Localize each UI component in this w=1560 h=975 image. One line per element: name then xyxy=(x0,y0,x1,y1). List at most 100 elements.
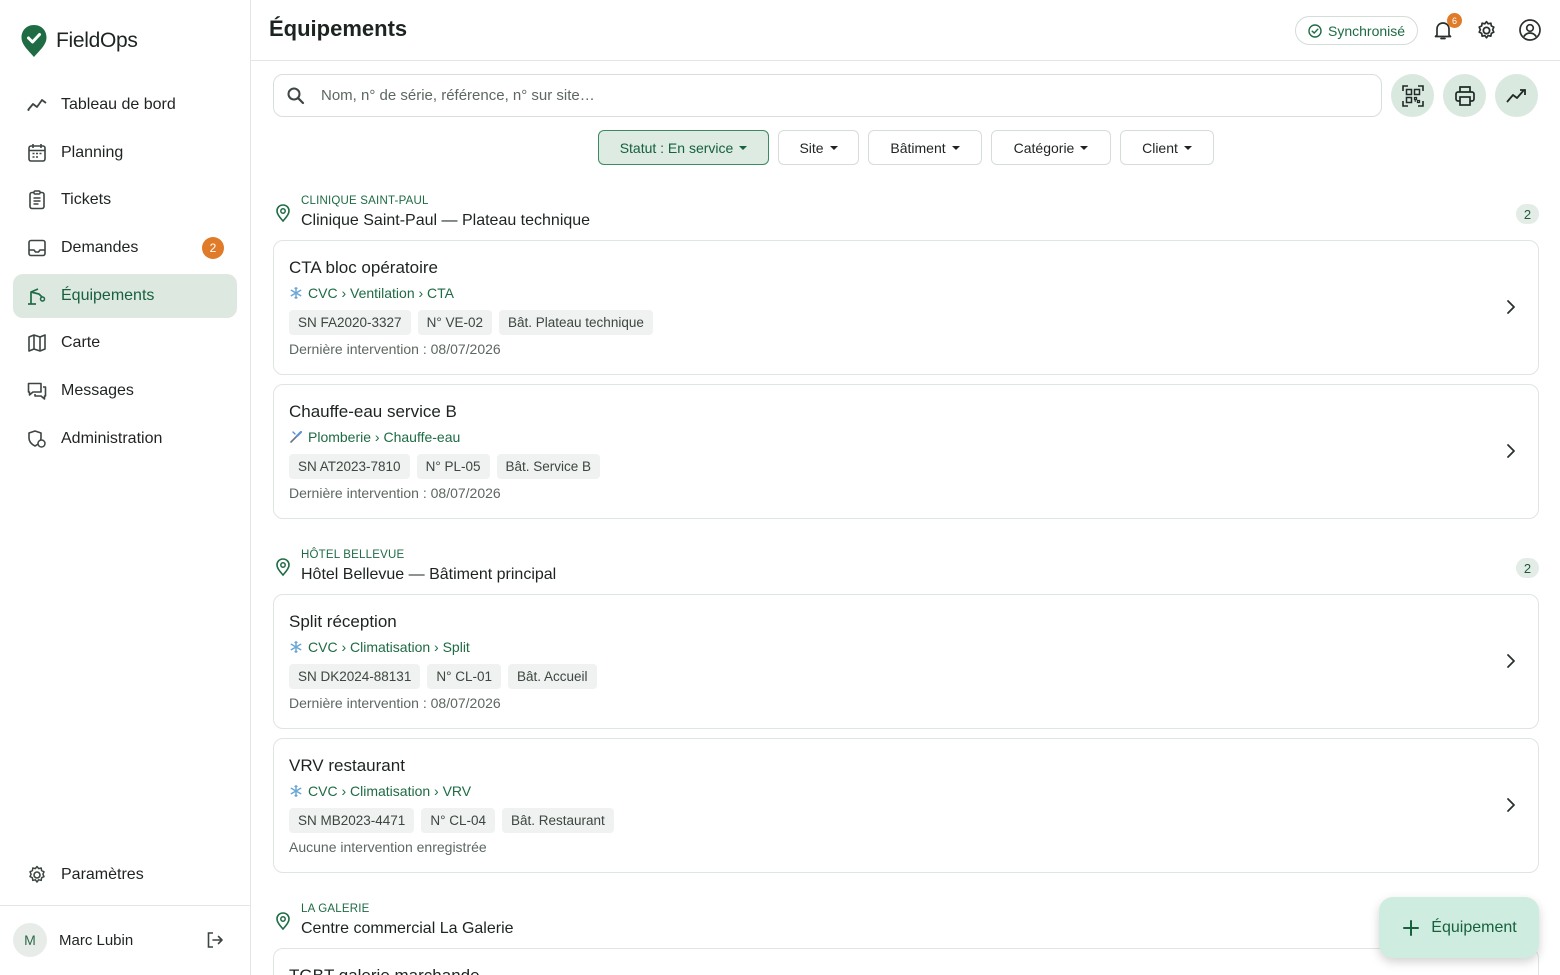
sidebar-item-administration[interactable]: Administration xyxy=(13,417,237,461)
sidebar-item-label: Messages xyxy=(61,382,134,400)
equipment-chips: SN DK2024-88131 N° CL-01 Bât. Accueil xyxy=(289,664,597,689)
equipment-name: Split réception xyxy=(289,612,397,631)
admin-icon xyxy=(26,428,48,450)
filter-label: Catégorie xyxy=(1013,139,1075,156)
filter-client[interactable]: Client xyxy=(1120,130,1214,165)
inbox-icon xyxy=(26,237,48,259)
serial-chip: SN MB2023-4471 xyxy=(289,808,415,833)
account-button[interactable] xyxy=(1517,17,1543,43)
sidebar-item-settings[interactable]: Paramètres xyxy=(13,853,237,897)
last-intervention: Dernière intervention : 08/07/2026 xyxy=(289,695,501,711)
chevron-right-icon xyxy=(1507,654,1515,668)
plus-icon xyxy=(1403,919,1420,936)
sidebar-item-tickets[interactable]: Tickets xyxy=(13,178,237,222)
equipment-card[interactable]: Chauffe-eau service B Plomberie › Chauff… xyxy=(273,384,1539,519)
gear-icon xyxy=(1477,20,1495,39)
filter-site[interactable]: Site xyxy=(778,130,859,165)
site-client-label: LA GALERIE xyxy=(301,903,370,915)
last-intervention: Dernière intervention : 08/07/2026 xyxy=(289,341,501,357)
sidebar-item-map[interactable]: Carte xyxy=(13,321,237,365)
location-pin-icon xyxy=(276,912,290,931)
user-name: Marc Lubin xyxy=(59,931,134,949)
sidebar-item-equipment[interactable]: Équipements xyxy=(13,273,237,318)
printer-icon xyxy=(1454,85,1475,106)
sidebar-item-label: Tickets xyxy=(61,191,112,209)
last-intervention: Dernière intervention : 08/07/2026 xyxy=(289,485,501,501)
search-input[interactable] xyxy=(321,87,1321,104)
last-intervention: Aucune intervention enregistrée xyxy=(289,839,487,855)
notification-count-badge: 6 xyxy=(1447,13,1462,28)
site-number-chip: N° PL-05 xyxy=(416,454,490,479)
site-number-chip: N° CL-01 xyxy=(427,664,501,689)
clipboard-icon xyxy=(26,189,48,211)
add-equipment-label: Équipement xyxy=(1431,918,1517,936)
qr-scan-icon xyxy=(1401,84,1424,107)
brand-name: FieldOps xyxy=(56,29,138,52)
equipment-category: CVC › Climatisation › Split xyxy=(289,639,470,655)
analytics-button[interactable] xyxy=(1495,74,1538,117)
scan-qr-button[interactable] xyxy=(1391,74,1434,117)
equipment-name: VRV restaurant xyxy=(289,756,405,775)
sidebar-item-label: Tableau de bord xyxy=(61,96,176,113)
equipment-card[interactable]: CTA bloc opératoire CVC › Ventilation › … xyxy=(273,240,1539,375)
sidebar-item-planning[interactable]: Planning xyxy=(13,131,237,175)
add-equipment-button[interactable]: Équipement xyxy=(1379,897,1539,958)
site-number-chip: N° CL-04 xyxy=(421,808,495,833)
filter-building[interactable]: Bâtiment xyxy=(868,130,982,165)
sync-label: Synchronisé xyxy=(1328,22,1406,39)
building-chip: Bât. Plateau technique xyxy=(499,310,653,335)
site-name: Clinique Saint-Paul — Plateau technique xyxy=(301,212,591,229)
equipment-category: CVC › Climatisation › VRV xyxy=(289,783,471,799)
location-pin-icon xyxy=(276,558,290,577)
sync-status-badge[interactable]: Synchronisé xyxy=(1295,16,1419,45)
brand[interactable]: FieldOps xyxy=(20,24,138,58)
equipment-category: Plomberie › Chauffe-eau xyxy=(289,429,460,445)
equipment-name: TGBT galerie marchande xyxy=(289,966,480,975)
calendar-icon xyxy=(26,142,48,164)
equipment-card[interactable]: Split réception CVC › Climatisation › Sp… xyxy=(273,594,1539,729)
site-client-label: CLINIQUE SAINT-PAUL xyxy=(301,195,429,207)
sidebar-item-requests[interactable]: Demandes 2 xyxy=(13,226,237,270)
equipment-chips: SN FA2020-3327 N° VE-02 Bât. Plateau tec… xyxy=(289,310,653,335)
site-group-header: LA GALERIE Centre commercial La Galerie xyxy=(273,901,1539,941)
category-path: Plomberie › Chauffe-eau xyxy=(308,429,461,445)
search-icon xyxy=(287,87,305,104)
filter-label: Client xyxy=(1142,139,1178,156)
sidebar-item-dashboard[interactable]: Tableau de bord xyxy=(13,83,237,127)
chat-icon xyxy=(26,380,48,402)
filter-status[interactable]: Statut : En service xyxy=(598,130,769,165)
sidebar-item-label: Planning xyxy=(61,143,124,161)
filter-label: Statut : En service xyxy=(619,139,734,156)
equipment-count-badge: 2 xyxy=(1516,558,1539,578)
notifications-button[interactable]: 6 xyxy=(1430,13,1462,43)
settings-button[interactable] xyxy=(1473,17,1499,43)
site-group-header: CLINIQUE SAINT-PAUL Clinique Saint-Paul … xyxy=(273,193,1539,233)
filter-category[interactable]: Catégorie xyxy=(991,130,1111,165)
filter-label: Site xyxy=(799,139,824,156)
equipment-chips: SN MB2023-4471 N° CL-04 Bât. Restaurant xyxy=(289,808,614,833)
equipment-chips: SN AT2023-7810 N° PL-05 Bât. Service B xyxy=(289,454,601,479)
sidebar-item-messages[interactable]: Messages xyxy=(13,369,237,413)
category-path: CVC › Climatisation › VRV xyxy=(308,783,472,799)
serial-chip: SN FA2020-3327 xyxy=(289,310,411,335)
print-button[interactable] xyxy=(1443,74,1486,117)
equipment-card[interactable]: VRV restaurant CVC › Climatisation › VRV… xyxy=(273,738,1539,873)
user-circle-icon xyxy=(1519,19,1541,41)
chevron-down-icon xyxy=(1183,145,1192,150)
building-chip: Bât. Service B xyxy=(496,454,601,479)
serial-chip: SN AT2023-7810 xyxy=(289,454,410,479)
sidebar-item-label: Demandes xyxy=(61,239,139,257)
location-pin-icon xyxy=(276,204,290,223)
site-name: Hôtel Bellevue — Bâtiment principal xyxy=(301,566,557,583)
equipment-card[interactable]: TGBT galerie marchande xyxy=(273,948,1539,975)
sidebar-item-label: Carte xyxy=(61,334,101,352)
building-chip: Bât. Restaurant xyxy=(502,808,614,833)
main-nav: Tableau de bord Planning Tickets Demande… xyxy=(13,83,237,465)
logout-icon[interactable] xyxy=(205,930,225,950)
chevron-right-icon xyxy=(1507,444,1515,458)
avatar[interactable]: M xyxy=(13,923,47,957)
chevron-down-icon xyxy=(951,145,960,150)
chevron-right-icon xyxy=(1507,300,1515,314)
snowflake-icon xyxy=(290,641,302,653)
sidebar-divider xyxy=(0,905,250,906)
